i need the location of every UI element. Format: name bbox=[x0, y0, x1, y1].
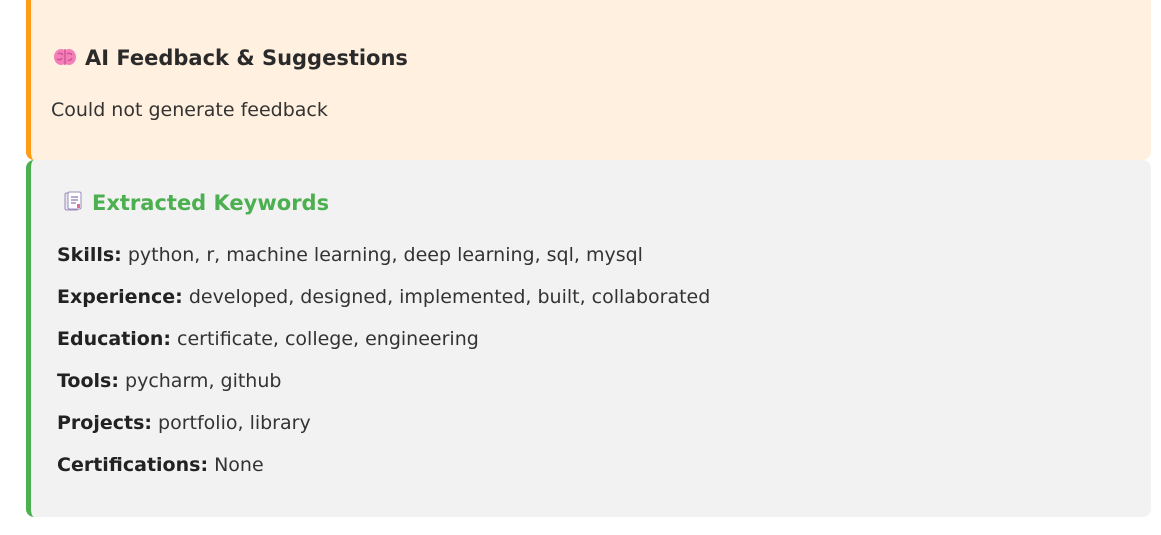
keyword-label: Certifications: bbox=[57, 454, 209, 476]
keyword-label: Experience: bbox=[57, 286, 183, 308]
keywords-card: Extracted Keywords Skills: python, r, ma… bbox=[26, 160, 1151, 517]
keyword-row-skills: Skills: python, r, machine learning, dee… bbox=[57, 243, 643, 267]
keyword-value: pycharm, github bbox=[125, 370, 282, 392]
keywords-title: Extracted Keywords bbox=[92, 191, 330, 215]
keyword-row-projects: Projects: portfolio, library bbox=[57, 411, 311, 435]
feedback-title: AI Feedback & Suggestions bbox=[85, 46, 408, 70]
feedback-heading: AI Feedback & Suggestions bbox=[53, 44, 408, 72]
keyword-value: python, r, machine learning, deep learni… bbox=[127, 244, 643, 266]
keyword-row-experience: Experience: developed, designed, impleme… bbox=[57, 285, 710, 309]
keyword-row-education: Education: certificate, college, enginee… bbox=[57, 327, 479, 351]
keyword-value: developed, designed, implemented, built,… bbox=[188, 286, 711, 308]
keyword-label: Skills: bbox=[57, 244, 122, 266]
keyword-value: certificate, college, engineering bbox=[177, 328, 479, 350]
keyword-value: None bbox=[214, 454, 264, 476]
keyword-label: Projects: bbox=[57, 412, 152, 434]
keyword-label: Education: bbox=[57, 328, 171, 350]
brain-icon bbox=[54, 49, 76, 65]
keyword-row-certifications: Certifications: None bbox=[57, 453, 264, 477]
keywords-heading: Extracted Keywords bbox=[60, 189, 329, 217]
document-icon bbox=[64, 191, 82, 211]
keyword-label: Tools: bbox=[57, 370, 119, 392]
keyword-value: portfolio, library bbox=[158, 412, 311, 434]
feedback-message: Could not generate feedback bbox=[51, 99, 328, 121]
keyword-row-tools: Tools: pycharm, github bbox=[57, 369, 281, 393]
feedback-card: AI Feedback & Suggestions Could not gene… bbox=[26, 0, 1151, 160]
